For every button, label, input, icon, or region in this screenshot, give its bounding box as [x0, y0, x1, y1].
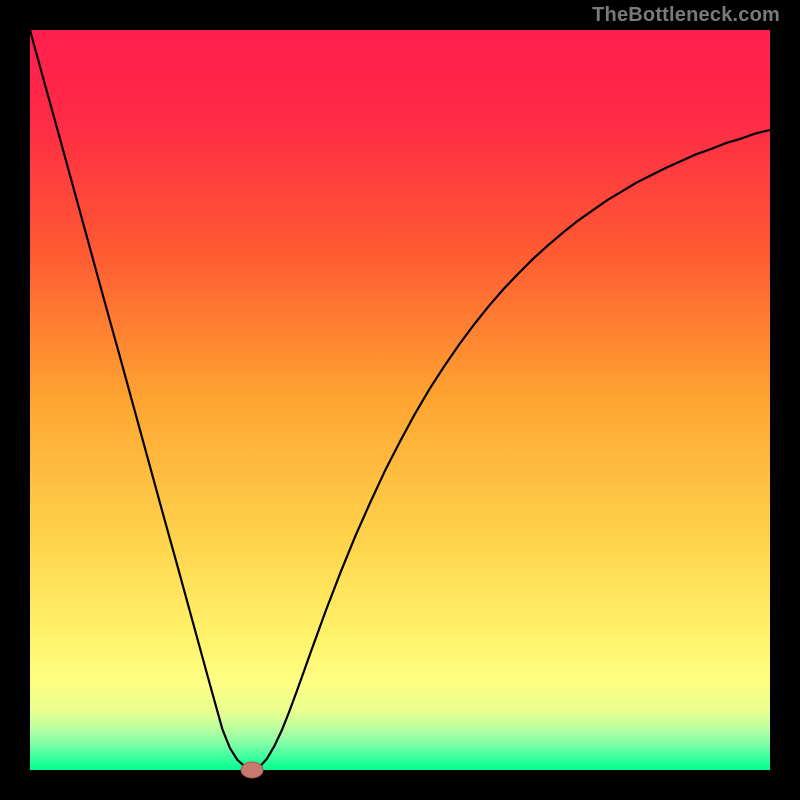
optimum-marker [241, 762, 263, 778]
watermark: TheBottleneck.com [592, 4, 780, 27]
chart-svg [0, 0, 800, 800]
plot-background [30, 30, 770, 770]
chart-frame: { "watermark": "TheBottleneck.com", "col… [0, 0, 800, 800]
